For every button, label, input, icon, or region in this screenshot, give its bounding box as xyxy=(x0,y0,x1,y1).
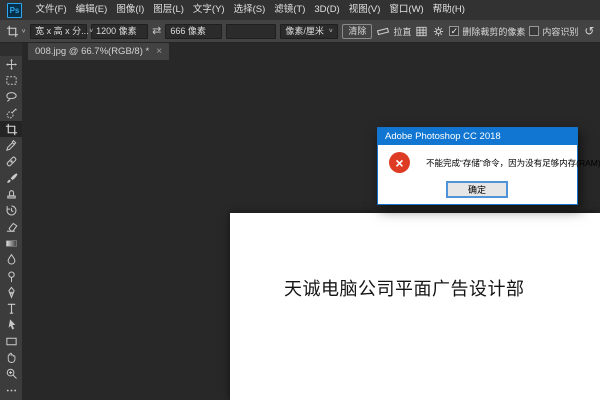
content-aware-checkbox[interactable] xyxy=(529,26,539,36)
crop-tool[interactable] xyxy=(0,121,22,137)
content-aware-option[interactable]: 内容识别 xyxy=(529,25,578,38)
menu-window[interactable]: 窗口(W) xyxy=(385,0,428,20)
straighten-icon xyxy=(376,25,390,37)
pen-tool[interactable] xyxy=(0,284,22,300)
menu-3d[interactable]: 3D(D) xyxy=(310,0,344,20)
photoshop-logo-icon: Ps xyxy=(7,3,22,18)
menu-edit[interactable]: 编辑(E) xyxy=(71,0,112,20)
brush-tool[interactable] xyxy=(0,170,22,186)
tool-options-bar: ∨ 宽 x 高 x 分... ∨ 1200 像素 ⇄ 666 像素 像素/厘米 … xyxy=(0,20,600,43)
active-tool-preset[interactable]: ∨ xyxy=(6,25,26,38)
lasso-tool[interactable] xyxy=(0,89,22,105)
delete-cropped-pixels-option[interactable]: ✓ 删除裁剪的像素 xyxy=(449,25,525,38)
chevron-down-icon: ∨ xyxy=(21,28,26,34)
menu-select[interactable]: 选择(S) xyxy=(229,0,270,20)
straighten-button[interactable]: 拉直 xyxy=(376,25,411,38)
reset-tool-icon[interactable]: ↺ xyxy=(584,25,594,37)
path-selection-tool[interactable] xyxy=(0,317,22,333)
crop-height-input[interactable]: 666 像素 xyxy=(165,24,222,39)
gradient-tool[interactable] xyxy=(0,235,22,251)
ok-button[interactable]: 确定 xyxy=(446,181,508,198)
close-icon[interactable]: × xyxy=(156,47,162,57)
document-canvas[interactable]: 天诚电脑公司平面广告设计部 xyxy=(230,213,600,400)
error-dialog-body: × 不能完成“存储”命令，因为没有足够内存(RAM)。 确定 xyxy=(378,145,577,204)
document-tab-title: 008.jpg @ 66.7%(RGB/8) * xyxy=(35,46,149,57)
blur-tool[interactable] xyxy=(0,252,22,268)
photoshop-window: Ps 文件(F) 编辑(E) 图像(I) 图层(L) 文字(Y) 选择(S) 滤… xyxy=(0,0,600,400)
crop-preset-dropdown[interactable]: 宽 x 高 x 分... ∨ xyxy=(30,24,87,39)
zoom-tool[interactable] xyxy=(0,366,22,382)
edit-toolbar-ellipsis-icon[interactable] xyxy=(0,382,22,398)
move-tool[interactable] xyxy=(0,56,22,72)
canvas-text: 天诚电脑公司平面广告设计部 xyxy=(284,275,525,301)
menu-file[interactable]: 文件(F) xyxy=(31,0,71,20)
menu-view[interactable]: 视图(V) xyxy=(344,0,385,20)
error-dialog-title-bar[interactable]: Adobe Photoshop CC 2018 xyxy=(378,128,577,145)
menu-help[interactable]: 帮助(H) xyxy=(428,0,469,20)
rectangle-shape-tool[interactable] xyxy=(0,333,22,349)
quick-selection-tool[interactable] xyxy=(0,105,22,121)
menu-bar: Ps 文件(F) 编辑(E) 图像(I) 图层(L) 文字(Y) 选择(S) 滤… xyxy=(0,0,600,21)
dodge-tool[interactable] xyxy=(0,268,22,284)
menu-image[interactable]: 图像(I) xyxy=(112,0,149,20)
menu-filter[interactable]: 滤镜(T) xyxy=(270,0,310,20)
document-tab[interactable]: 008.jpg @ 66.7%(RGB/8) * × xyxy=(28,43,169,60)
checkmark-icon: ✓ xyxy=(451,27,459,36)
chevron-down-icon: ∨ xyxy=(328,25,333,36)
error-icon: × xyxy=(389,152,410,173)
spot-healing-brush-tool[interactable] xyxy=(0,154,22,170)
error-dialog: Adobe Photoshop CC 2018 × 不能完成“存储”命令，因为没… xyxy=(377,127,578,205)
clear-button[interactable]: 清除 xyxy=(342,24,372,39)
resolution-unit-dropdown[interactable]: 像素/厘米 ∨ xyxy=(280,24,338,39)
overlay-options-icon[interactable] xyxy=(415,25,428,38)
crop-width-input[interactable]: 1200 像素 xyxy=(91,24,148,39)
eraser-tool[interactable] xyxy=(0,219,22,235)
delete-cropped-pixels-checkbox[interactable]: ✓ xyxy=(449,26,459,36)
menu-layer[interactable]: 图层(L) xyxy=(149,0,189,20)
crop-settings-gear-icon[interactable] xyxy=(432,25,445,38)
menu-type[interactable]: 文字(Y) xyxy=(188,0,229,20)
eyedropper-tool[interactable] xyxy=(0,137,22,153)
history-brush-tool[interactable] xyxy=(0,203,22,219)
hand-tool[interactable] xyxy=(0,349,22,365)
crop-tool-icon xyxy=(6,25,19,38)
resolution-input[interactable] xyxy=(226,24,276,39)
error-dialog-message: 不能完成“存储”命令，因为没有足够内存(RAM)。 xyxy=(426,157,600,169)
clone-stamp-tool[interactable] xyxy=(0,186,22,202)
chevron-down-icon: ∨ xyxy=(89,25,94,36)
swap-dimensions-icon[interactable]: ⇄ xyxy=(152,26,161,37)
type-tool[interactable] xyxy=(0,300,22,316)
tools-panel xyxy=(0,43,22,400)
rectangular-marquee-tool[interactable] xyxy=(0,72,22,88)
